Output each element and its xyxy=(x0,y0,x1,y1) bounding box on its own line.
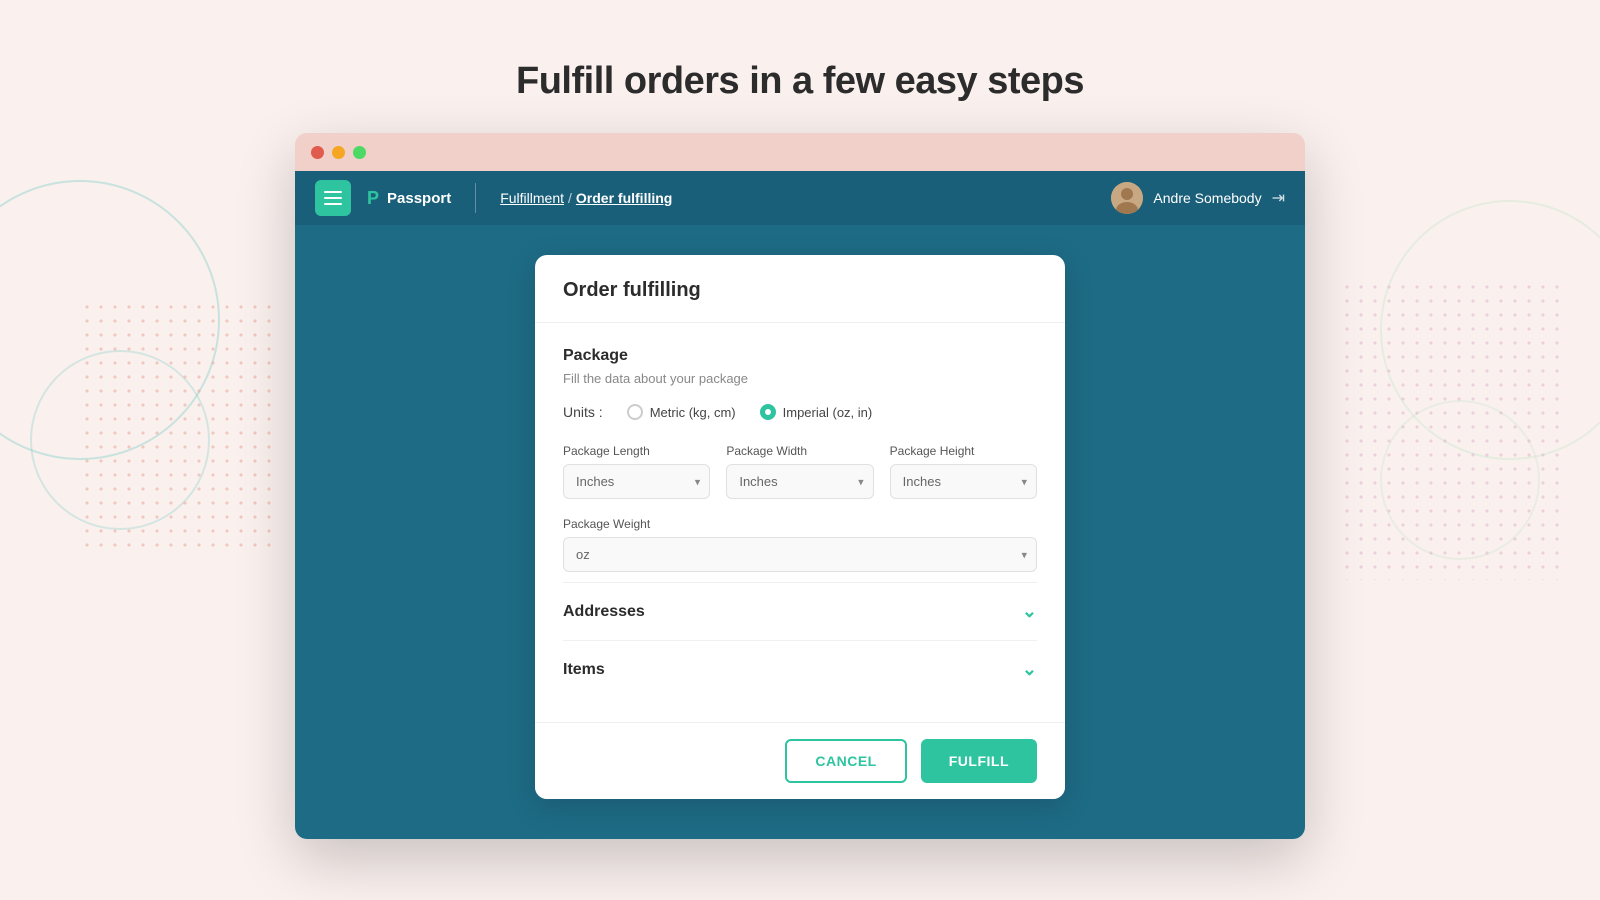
package-section: Package Fill the data about your package… xyxy=(563,347,1037,572)
addresses-chevron-icon: ⌄ xyxy=(1022,601,1037,622)
metric-radio-option[interactable]: Metric (kg, cm) xyxy=(627,404,736,420)
breadcrumb-parent[interactable]: Fulfillment xyxy=(500,190,564,206)
logo-text: Passport xyxy=(387,190,451,207)
breadcrumb-current: Order fulfilling xyxy=(576,190,672,206)
modal-card: Order fulfilling Package Fill the data a… xyxy=(535,255,1065,799)
package-length-label: Package Length xyxy=(563,444,710,458)
package-length-wrapper: Inches Feet Cm ▾ xyxy=(563,464,710,499)
package-length-group: Package Length Inches Feet Cm ▾ xyxy=(563,444,710,499)
modal-body: Package Fill the data about your package… xyxy=(535,323,1065,722)
package-height-wrapper: Inches Feet Cm ▾ xyxy=(890,464,1037,499)
user-name: Andre Somebody xyxy=(1153,190,1261,206)
imperial-radio-circle xyxy=(760,404,776,420)
modal-footer: CANCEL FULFILL xyxy=(535,722,1065,799)
package-width-group: Package Width Inches Feet Cm ▾ xyxy=(726,444,873,499)
fulfill-button[interactable]: FULFILL xyxy=(921,739,1037,783)
app-header: P Passport Fulfillment / Order fulfillin… xyxy=(295,171,1305,225)
browser-dot-green[interactable] xyxy=(353,146,366,159)
logo-icon: P xyxy=(367,188,379,209)
package-height-label: Package Height xyxy=(890,444,1037,458)
menu-button[interactable] xyxy=(315,180,351,216)
logout-icon[interactable]: ⇥ xyxy=(1272,188,1285,208)
avatar xyxy=(1111,182,1143,214)
imperial-label: Imperial (oz, in) xyxy=(783,405,873,420)
bg-dots-right xyxy=(1340,280,1560,580)
breadcrumb-separator: / xyxy=(568,190,572,206)
header-right: Andre Somebody ⇥ xyxy=(1111,182,1285,214)
items-section[interactable]: Items ⌄ xyxy=(563,640,1037,698)
package-section-title: Package xyxy=(563,347,1037,365)
package-height-select[interactable]: Inches Feet Cm xyxy=(890,464,1037,499)
package-width-select[interactable]: Inches Feet Cm xyxy=(726,464,873,499)
package-height-group: Package Height Inches Feet Cm ▾ xyxy=(890,444,1037,499)
items-title: Items xyxy=(563,661,605,679)
header-left: P Passport Fulfillment / Order fulfillin… xyxy=(315,180,672,216)
metric-radio-circle xyxy=(627,404,643,420)
package-weight-wrapper: oz lbs kg g ▾ xyxy=(563,537,1037,572)
browser-window: P Passport Fulfillment / Order fulfillin… xyxy=(295,133,1305,839)
items-chevron-icon: ⌄ xyxy=(1022,659,1037,680)
bg-dots-left xyxy=(80,300,280,550)
package-length-select[interactable]: Inches Feet Cm xyxy=(563,464,710,499)
browser-titlebar xyxy=(295,133,1305,171)
addresses-title: Addresses xyxy=(563,603,645,621)
menu-icon-line3 xyxy=(324,203,342,205)
cancel-button[interactable]: CANCEL xyxy=(785,739,906,783)
modal-title: Order fulfilling xyxy=(563,279,1037,302)
package-weight-select[interactable]: oz lbs kg g xyxy=(563,537,1037,572)
dimensions-row: Package Length Inches Feet Cm ▾ xyxy=(563,444,1037,499)
package-width-label: Package Width xyxy=(726,444,873,458)
imperial-radio-option[interactable]: Imperial (oz, in) xyxy=(760,404,873,420)
package-width-wrapper: Inches Feet Cm ▾ xyxy=(726,464,873,499)
menu-icon-line1 xyxy=(324,191,342,193)
page-title: Fulfill orders in a few easy steps xyxy=(0,0,1600,133)
units-row: Units : Metric (kg, cm) Imperial (oz, in… xyxy=(563,404,1037,420)
modal-header: Order fulfilling xyxy=(535,255,1065,323)
app-content: Order fulfilling Package Fill the data a… xyxy=(295,225,1305,839)
logo-area: P Passport xyxy=(367,188,451,209)
breadcrumb: Fulfillment / Order fulfilling xyxy=(500,190,672,206)
package-weight-group: Package Weight oz lbs kg g ▾ xyxy=(563,517,1037,572)
units-label: Units : xyxy=(563,404,603,420)
header-divider xyxy=(475,183,476,213)
browser-dot-red[interactable] xyxy=(311,146,324,159)
addresses-section[interactable]: Addresses ⌄ xyxy=(563,582,1037,640)
metric-label: Metric (kg, cm) xyxy=(650,405,736,420)
package-weight-label: Package Weight xyxy=(563,517,1037,531)
browser-dot-yellow[interactable] xyxy=(332,146,345,159)
menu-icon-line2 xyxy=(324,197,342,199)
package-section-subtitle: Fill the data about your package xyxy=(563,371,1037,386)
